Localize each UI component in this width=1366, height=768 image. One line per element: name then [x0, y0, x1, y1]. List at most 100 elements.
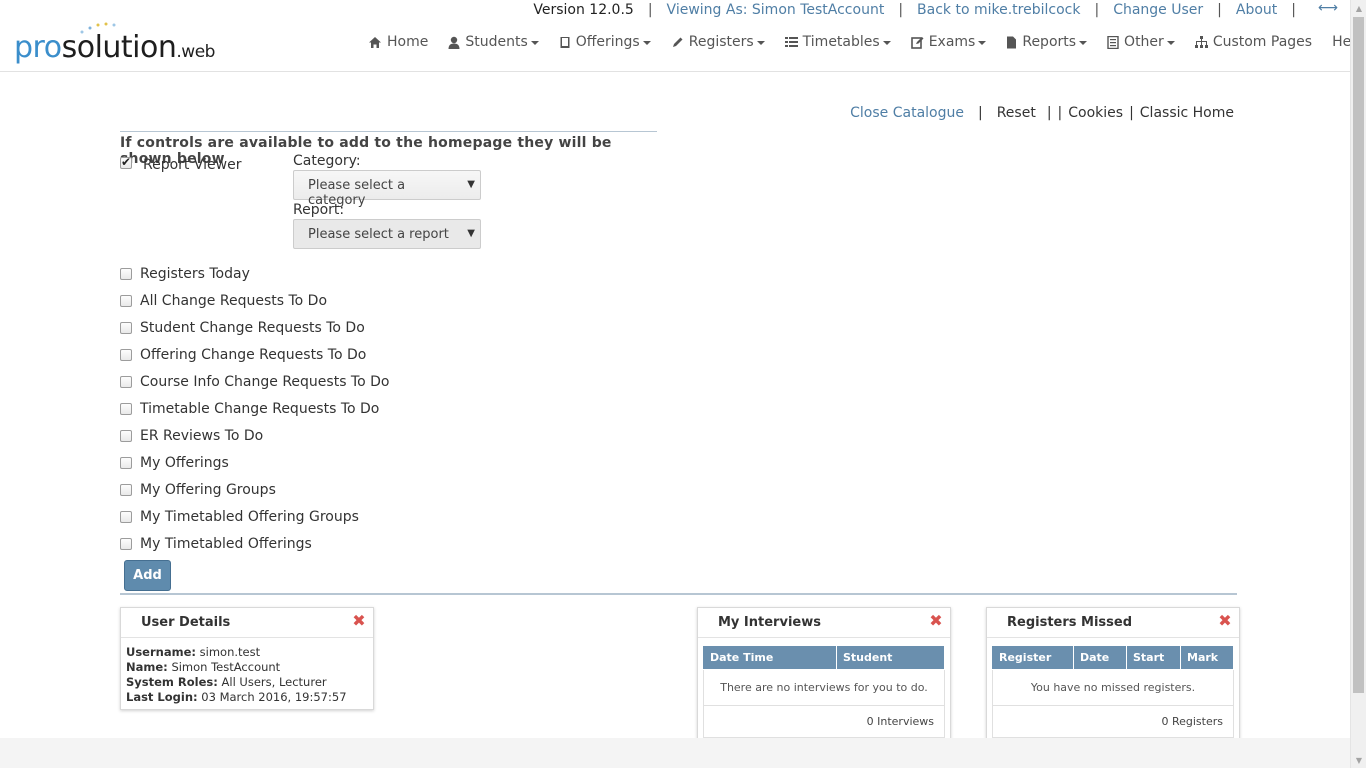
control-label: Course Info Change Requests To Do [140, 374, 390, 390]
list-item[interactable]: ER Reviews To Do [120, 426, 263, 446]
report-select-value: Please select a report [308, 227, 449, 242]
control-label: My Timetabled Offering Groups [140, 509, 359, 525]
list-item[interactable]: My Offerings [120, 453, 229, 473]
close-catalogue-link[interactable]: Close Catalogue [850, 105, 964, 121]
list-item[interactable]: Student Change Requests To Do [120, 318, 365, 338]
control-checkbox[interactable] [120, 484, 132, 496]
chevron-down-icon [978, 40, 987, 45]
username-value: simon.test [199, 645, 261, 659]
roles-label: System Roles: [126, 675, 218, 689]
last-login-label: Last Login: [126, 690, 198, 704]
close-icon[interactable]: ✖ [1217, 613, 1233, 629]
widget-title: Registers Missed [1007, 615, 1133, 630]
control-checkbox[interactable] [120, 430, 132, 442]
back-to-user-link[interactable]: Back to mike.trebilcock [917, 2, 1080, 18]
close-icon[interactable]: ✖ [351, 613, 367, 629]
file-icon [1007, 36, 1017, 48]
nav-students[interactable]: Students [448, 34, 539, 50]
table-row: There are no interviews for you to do. [703, 669, 945, 706]
control-checkbox[interactable] [120, 322, 132, 334]
report-select[interactable]: Please select a report ▼ [293, 219, 481, 249]
registers-missed-table: Register Date Start Mark You have no mis… [992, 645, 1234, 738]
close-icon[interactable]: ✖ [928, 613, 944, 629]
empty-message: You have no missed registers. [992, 669, 1234, 706]
control-label: Offering Change Requests To Do [140, 347, 367, 363]
column-header[interactable]: Date Time [703, 645, 837, 670]
chevron-down-icon [756, 40, 765, 45]
main-nav: Home Students Offerings Registers Timeta… [368, 32, 1366, 52]
column-header[interactable]: Date [1073, 645, 1127, 670]
scroll-down-icon[interactable]: ▼ [1351, 752, 1366, 768]
document-list-icon [1107, 35, 1119, 49]
expand-width-icon[interactable]: ⟷ [1318, 0, 1338, 16]
nav-students-label: Students [465, 34, 528, 50]
control-checkbox[interactable] [120, 538, 132, 550]
list-item[interactable]: Offering Change Requests To Do [120, 345, 366, 365]
table-header-row: Register Date Start Mark [992, 645, 1234, 670]
nav-home-label: Home [387, 34, 429, 50]
nav-other[interactable]: Other [1107, 34, 1175, 50]
control-checkbox[interactable] [120, 376, 132, 388]
control-checkbox[interactable] [120, 268, 132, 280]
list-item[interactable]: Course Info Change Requests To Do [120, 372, 389, 392]
row-count: 0 Interviews [703, 705, 945, 738]
nav-timetables[interactable]: Timetables [784, 34, 891, 50]
user-details-body: Username: simon.test Name: Simon TestAcc… [121, 638, 373, 712]
report-viewer-label: Report Viewer [143, 157, 242, 173]
chevron-down-icon [642, 40, 651, 45]
control-checkbox[interactable] [120, 349, 132, 361]
nav-registers[interactable]: Registers [671, 34, 765, 50]
chevron-down-icon [1079, 40, 1088, 45]
chevron-down-icon [882, 40, 891, 45]
control-checkbox[interactable] [120, 457, 132, 469]
control-checkbox[interactable] [120, 295, 132, 307]
cookies-link[interactable]: Cookies [1068, 105, 1123, 121]
prosolution-logo[interactable]: prosolution.web [14, 22, 234, 72]
nav-home[interactable]: Home [368, 34, 428, 50]
table-row: You have no missed registers. [992, 669, 1234, 706]
control-label: My Offerings [140, 455, 229, 471]
catalogue-divider [120, 593, 1237, 595]
scroll-up-icon[interactable]: ▲ [1351, 0, 1366, 16]
about-link[interactable]: About [1236, 2, 1277, 18]
list-item[interactable]: Timetable Change Requests To Do [120, 399, 379, 419]
username-label: Username: [126, 645, 196, 659]
list-item[interactable]: My Timetabled Offering Groups [120, 507, 359, 527]
nav-custom-pages[interactable]: Custom Pages [1194, 34, 1312, 50]
page-footer-strip [0, 738, 1350, 768]
home-icon [369, 36, 381, 48]
nav-offerings[interactable]: Offerings [559, 34, 651, 50]
control-label: My Offering Groups [140, 482, 276, 498]
list-item[interactable]: Registers Today [120, 264, 250, 284]
column-header[interactable]: Register [992, 645, 1074, 670]
nav-offerings-label: Offerings [575, 34, 640, 50]
dropdown-arrow-icon: ▼ [467, 228, 475, 239]
nav-exams[interactable]: Exams [910, 34, 987, 50]
column-header[interactable]: Start [1126, 645, 1181, 670]
reset-link[interactable]: Reset [997, 105, 1036, 121]
column-header[interactable]: Student [836, 645, 945, 670]
list-item[interactable]: My Offering Groups [120, 480, 276, 500]
page: prosolution.web Version 12.0.5 | Viewing… [0, 0, 1364, 747]
control-checkbox[interactable] [120, 511, 132, 523]
list-item[interactable]: My Timetabled Offerings [120, 534, 312, 554]
logo-text-pro: pro [14, 30, 62, 65]
nav-reports[interactable]: Reports [1006, 34, 1088, 50]
classic-home-link[interactable]: Classic Home [1140, 105, 1234, 121]
category-select[interactable]: Please select a category ▼ [293, 170, 481, 208]
scrollbar-thumb[interactable] [1353, 17, 1364, 693]
column-header[interactable]: Mark [1180, 645, 1234, 670]
report-label: Report: [293, 202, 345, 218]
control-checkbox[interactable] [120, 403, 132, 415]
add-button[interactable]: Add [124, 560, 171, 591]
edit-icon [910, 36, 924, 49]
list-item[interactable]: All Change Requests To Do [120, 291, 327, 311]
last-login-value: 03 March 2016, 19:57:57 [201, 690, 347, 704]
report-viewer-checkbox[interactable] [120, 155, 132, 169]
change-user-link[interactable]: Change User [1113, 2, 1203, 18]
catalogue-toolbar: Close Catalogue | Reset | | Cookies | Cl… [850, 105, 1234, 121]
control-label: Timetable Change Requests To Do [140, 401, 380, 417]
vertical-scrollbar[interactable]: ▲ ▼ [1350, 0, 1366, 768]
viewing-as-link[interactable]: Viewing As: Simon TestAccount [667, 2, 885, 18]
logo-text-solution: solution [61, 30, 177, 65]
